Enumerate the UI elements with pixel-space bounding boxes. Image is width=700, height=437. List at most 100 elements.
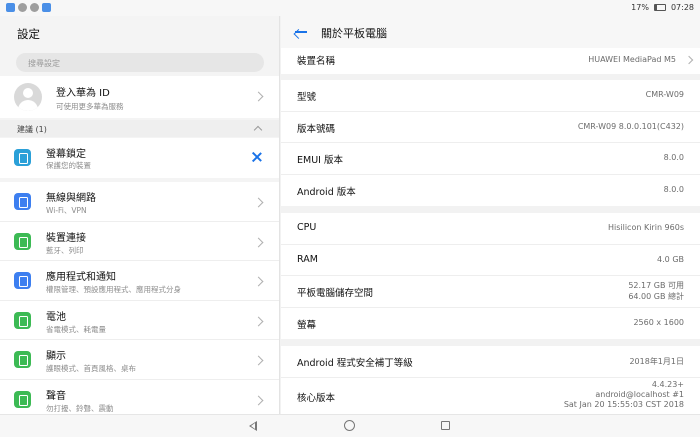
emui-version-row: EMUI 版本 8.0.0 <box>281 143 700 175</box>
about-tablet-pane: 關於平板電腦 裝置名稱 HUAWEI MediaPad M5 型號 CMR-W0… <box>281 16 700 414</box>
row-label: Android 程式安全補丁等級 <box>297 358 413 369</box>
chevron-right-icon <box>253 237 264 247</box>
account-title: 登入華為 ID <box>56 88 110 99</box>
battery-icon <box>653 4 666 11</box>
row-value: 8.0.0 <box>663 153 684 162</box>
battery-icon <box>14 311 31 329</box>
ram-row: RAM 4.0 GB <box>281 245 700 276</box>
row-label: 螢幕 <box>297 319 317 331</box>
settings-item-display[interactable]: 顯示 護眼模式、首頁風格、桌布 <box>0 340 279 380</box>
suggestion-title: 螢幕鎖定 <box>46 149 86 160</box>
status-bar: 17% 07:28 <box>0 0 700 16</box>
chevron-right-icon <box>253 197 264 208</box>
settings-item-sublabel: 勿打擾、鈴聲、震動 <box>46 403 114 413</box>
search-input[interactable]: 搜尋設定 <box>16 53 264 72</box>
settings-list: 無線與網路 Wi-Fi、VPN 裝置連接 藍牙、列印 應用程式和通知 權限管理、… <box>0 182 279 415</box>
row-value: 52.17 GB 可用 64.00 GB 總計 <box>628 280 684 302</box>
settings-item-label: 電池 <box>46 311 66 323</box>
apps-icon <box>14 272 31 289</box>
row-label: Android 版本 <box>297 186 356 198</box>
row-label: 裝置名稱 <box>297 56 336 67</box>
chevron-right-icon <box>253 316 264 326</box>
row-label: 核心版本 <box>297 392 336 404</box>
row-value: 4.4.23+ android@localhost #1 Sat Jan 20 … <box>564 380 684 410</box>
close-icon[interactable] <box>251 151 263 163</box>
about-group-hardware: CPU Hisilicon Kirin 960s RAM 4.0 GB 平板電腦… <box>281 213 700 339</box>
kernel-line-1: 4.4.23+ <box>651 379 684 389</box>
row-label: RAM <box>297 253 318 265</box>
row-value: CMR-W09 8.0.0.101(C432) <box>577 121 684 131</box>
settings-item-device-connection[interactable]: 裝置連接 藍牙、列印 <box>0 222 279 261</box>
suggestion-subtitle: 保護您的裝置 <box>46 161 91 170</box>
recents-button-icon[interactable] <box>441 421 450 430</box>
account-subtitle: 可使用更多華為服務 <box>56 102 124 111</box>
settings-item-sound[interactable]: 聲音 勿打擾、鈴聲、震動 <box>0 380 279 415</box>
settings-item-battery[interactable]: 電池 省電模式、耗電量 <box>0 301 279 340</box>
row-label: EMUI 版本 <box>297 155 343 166</box>
model-row: 型號 CMR-W09 <box>281 80 700 112</box>
row-value: CMR-W09 <box>645 90 684 99</box>
row-label: 版本號碼 <box>297 123 336 135</box>
notification-icons <box>6 3 51 12</box>
settings-item-sublabel: 藍牙、列印 <box>46 245 84 255</box>
security-patch-row: Android 程式安全補丁等級 2018年1月1日 <box>281 346 700 378</box>
suggestions-header[interactable]: 建議 (1) <box>0 120 279 137</box>
row-label: CPU <box>297 222 317 233</box>
lock-screen-icon <box>14 149 31 166</box>
kernel-line-2: android@localhost #1 <box>595 389 684 399</box>
build-number-row[interactable]: 版本號碼 CMR-W09 8.0.0.101(C432) <box>281 112 700 143</box>
row-label: 平板電腦儲存空間 <box>297 288 374 299</box>
settings-title: 設定 <box>17 27 40 41</box>
wifi-icon <box>14 193 31 210</box>
screen-row: 螢幕 2560 x 1600 <box>281 308 700 340</box>
about-group-software: 型號 CMR-W09 版本號碼 CMR-W09 8.0.0.101(C432) … <box>281 80 700 206</box>
settings-item-label: 應用程式和通知 <box>46 272 116 283</box>
sound-icon <box>14 390 31 408</box>
settings-item-sublabel: 權限管理、預設應用程式、應用程式分身 <box>46 285 181 294</box>
settings-item-label: 無線與網路 <box>46 193 96 204</box>
back-button-icon[interactable] <box>249 421 257 431</box>
navigation-bar <box>0 414 700 437</box>
app-notification-icon <box>30 3 39 12</box>
storage-total: 64.00 GB 總計 <box>628 292 684 301</box>
chevron-right-icon <box>253 91 264 102</box>
settings-item-label: 顯示 <box>46 351 66 362</box>
row-value: HUAWEI MediaPad M5 <box>588 55 676 64</box>
row-value: 2018年1月1日 <box>629 357 684 366</box>
storage-row: 平板電腦儲存空間 52.17 GB 可用 64.00 GB 總計 <box>281 276 700 308</box>
settings-item-apps[interactable]: 應用程式和通知 權限管理、預設應用程式、應用程式分身 <box>0 261 279 301</box>
settings-item-wireless[interactable]: 無線與網路 Wi-Fi、VPN <box>0 182 279 222</box>
storage-available: 52.17 GB 可用 <box>628 281 684 290</box>
about-group-security: Android 程式安全補丁等級 2018年1月1日 核心版本 4.4.23+ … <box>281 346 700 414</box>
huawei-id-login[interactable]: 登入華為 ID 可使用更多華為服務 <box>0 76 279 118</box>
app-notification-icon <box>18 3 27 12</box>
chevron-right-icon <box>253 395 264 405</box>
app-notification-icon <box>6 3 15 12</box>
back-arrow-icon[interactable] <box>293 25 308 39</box>
chevron-right-icon <box>253 276 264 287</box>
suggestion-screen-lock[interactable]: 螢幕鎖定 保護您的裝置 <box>0 138 279 178</box>
row-value: 8.0.0 <box>663 184 684 194</box>
settings-item-sublabel: 護眼模式、首頁風格、桌布 <box>46 364 136 373</box>
kernel-line-3: Sat Jan 20 15:55:03 CST 2018 <box>563 399 684 409</box>
settings-pane: 設定 搜尋設定 登入華為 ID 可使用更多華為服務 建議 (1) 螢幕鎖定 保護… <box>0 16 280 414</box>
display-icon <box>14 351 31 368</box>
row-value: Hisilicon Kirin 960s <box>607 223 684 232</box>
page-title: 關於平板電腦 <box>321 27 387 40</box>
settings-item-sublabel: 省電模式、耗電量 <box>46 324 106 334</box>
settings-item-label: 裝置連接 <box>46 232 86 244</box>
battery-percent: 17% <box>631 3 649 12</box>
android-version-row[interactable]: Android 版本 8.0.0 <box>281 175 700 207</box>
settings-item-label: 聲音 <box>46 390 66 402</box>
clock: 07:28 <box>670 3 694 12</box>
device-name-row[interactable]: 裝置名稱 HUAWEI MediaPad M5 <box>281 48 700 74</box>
settings-item-sublabel: Wi-Fi、VPN <box>46 206 87 215</box>
chevron-right-icon <box>684 55 694 65</box>
row-value: 4.0 GB <box>657 254 684 264</box>
app-notification-icon <box>42 3 51 12</box>
home-button-icon[interactable] <box>344 420 355 431</box>
chevron-right-icon <box>253 355 264 366</box>
about-group-device: 裝置名稱 HUAWEI MediaPad M5 <box>281 48 700 74</box>
avatar <box>14 83 42 111</box>
chevron-up-icon <box>253 125 263 135</box>
